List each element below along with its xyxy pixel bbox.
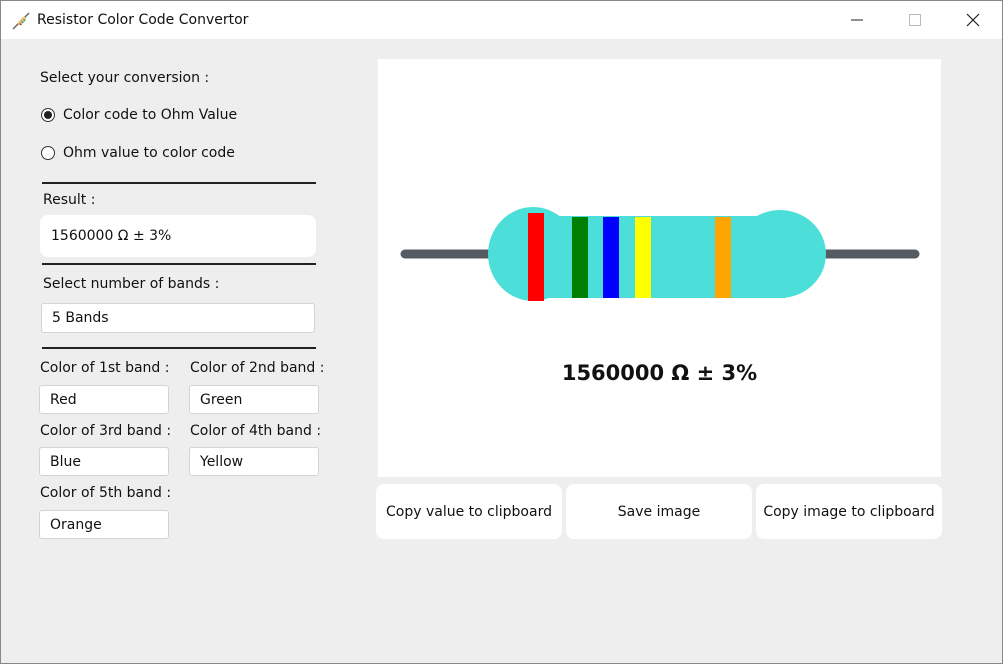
minimize-icon — [851, 19, 863, 21]
radio-dot — [44, 111, 52, 119]
band3-value: Blue — [50, 453, 81, 470]
close-icon — [966, 13, 980, 27]
resistor-band-5 — [715, 217, 731, 298]
band5-value: Orange — [50, 516, 102, 533]
band5-select[interactable]: Orange — [39, 510, 169, 539]
bands-select-label: Select number of bands : — [43, 276, 220, 292]
resistor-band-2 — [572, 217, 588, 298]
maximize-icon — [909, 14, 921, 26]
band2-value: Green — [200, 391, 243, 408]
band1-label: Color of 1st band : — [40, 360, 170, 376]
band1-value: Red — [50, 391, 77, 408]
radio-button-unchecked[interactable] — [41, 146, 55, 160]
bands-select-value: 5 Bands — [52, 310, 109, 326]
maximize-button[interactable] — [886, 1, 944, 39]
result-field[interactable]: 1560000 Ω ± 3% — [40, 215, 316, 257]
radio-color-to-ohm[interactable]: Color code to Ohm Value — [41, 107, 237, 123]
divider — [42, 263, 316, 265]
result-value: 1560000 Ω ± 3% — [51, 228, 172, 244]
radio-ohm-to-color[interactable]: Ohm value to color code — [41, 145, 235, 161]
band4-value: Yellow — [200, 453, 244, 470]
resistor-band-1 — [528, 213, 544, 301]
resistor-drawing — [400, 207, 920, 301]
copy-image-button[interactable]: Copy image to clipboard — [756, 484, 942, 539]
band2-select[interactable]: Green — [189, 385, 319, 414]
resistor-band-3 — [603, 217, 619, 298]
band3-label: Color of 3rd band : — [40, 423, 172, 439]
band3-select[interactable]: Blue — [39, 447, 169, 476]
band1-select[interactable]: Red — [39, 385, 169, 414]
band4-label: Color of 4th band : — [190, 423, 322, 439]
resistor-preview: 1560000 Ω ± 3% — [378, 59, 941, 477]
band5-label: Color of 5th band : — [40, 485, 172, 501]
radio-ohm-to-color-label: Ohm value to color code — [63, 145, 235, 161]
resistor-icon — [12, 12, 30, 30]
radio-color-to-ohm-label: Color code to Ohm Value — [63, 107, 238, 123]
title-bar: Resistor Color Code Convertor — [1, 1, 1002, 39]
divider — [42, 182, 316, 184]
app-window: Resistor Color Code Convertor Select you… — [0, 0, 1003, 664]
close-button[interactable] — [944, 1, 1002, 39]
band2-label: Color of 2nd band : — [190, 360, 325, 376]
result-label: Result : — [43, 192, 96, 208]
copy-value-button[interactable]: Copy value to clipboard — [376, 484, 562, 539]
conversion-label: Select your conversion : — [40, 70, 210, 86]
preview-value-text: 1560000 Ω ± 3% — [561, 361, 758, 385]
window-title: Resistor Color Code Convertor — [37, 12, 249, 28]
radio-button-checked[interactable] — [41, 108, 55, 122]
resistor-band-4 — [635, 217, 651, 298]
band4-select[interactable]: Yellow — [189, 447, 319, 476]
save-image-button[interactable]: Save image — [566, 484, 752, 539]
minimize-button[interactable] — [828, 1, 886, 39]
divider — [42, 347, 316, 349]
bands-select[interactable]: 5 Bands — [41, 303, 315, 333]
